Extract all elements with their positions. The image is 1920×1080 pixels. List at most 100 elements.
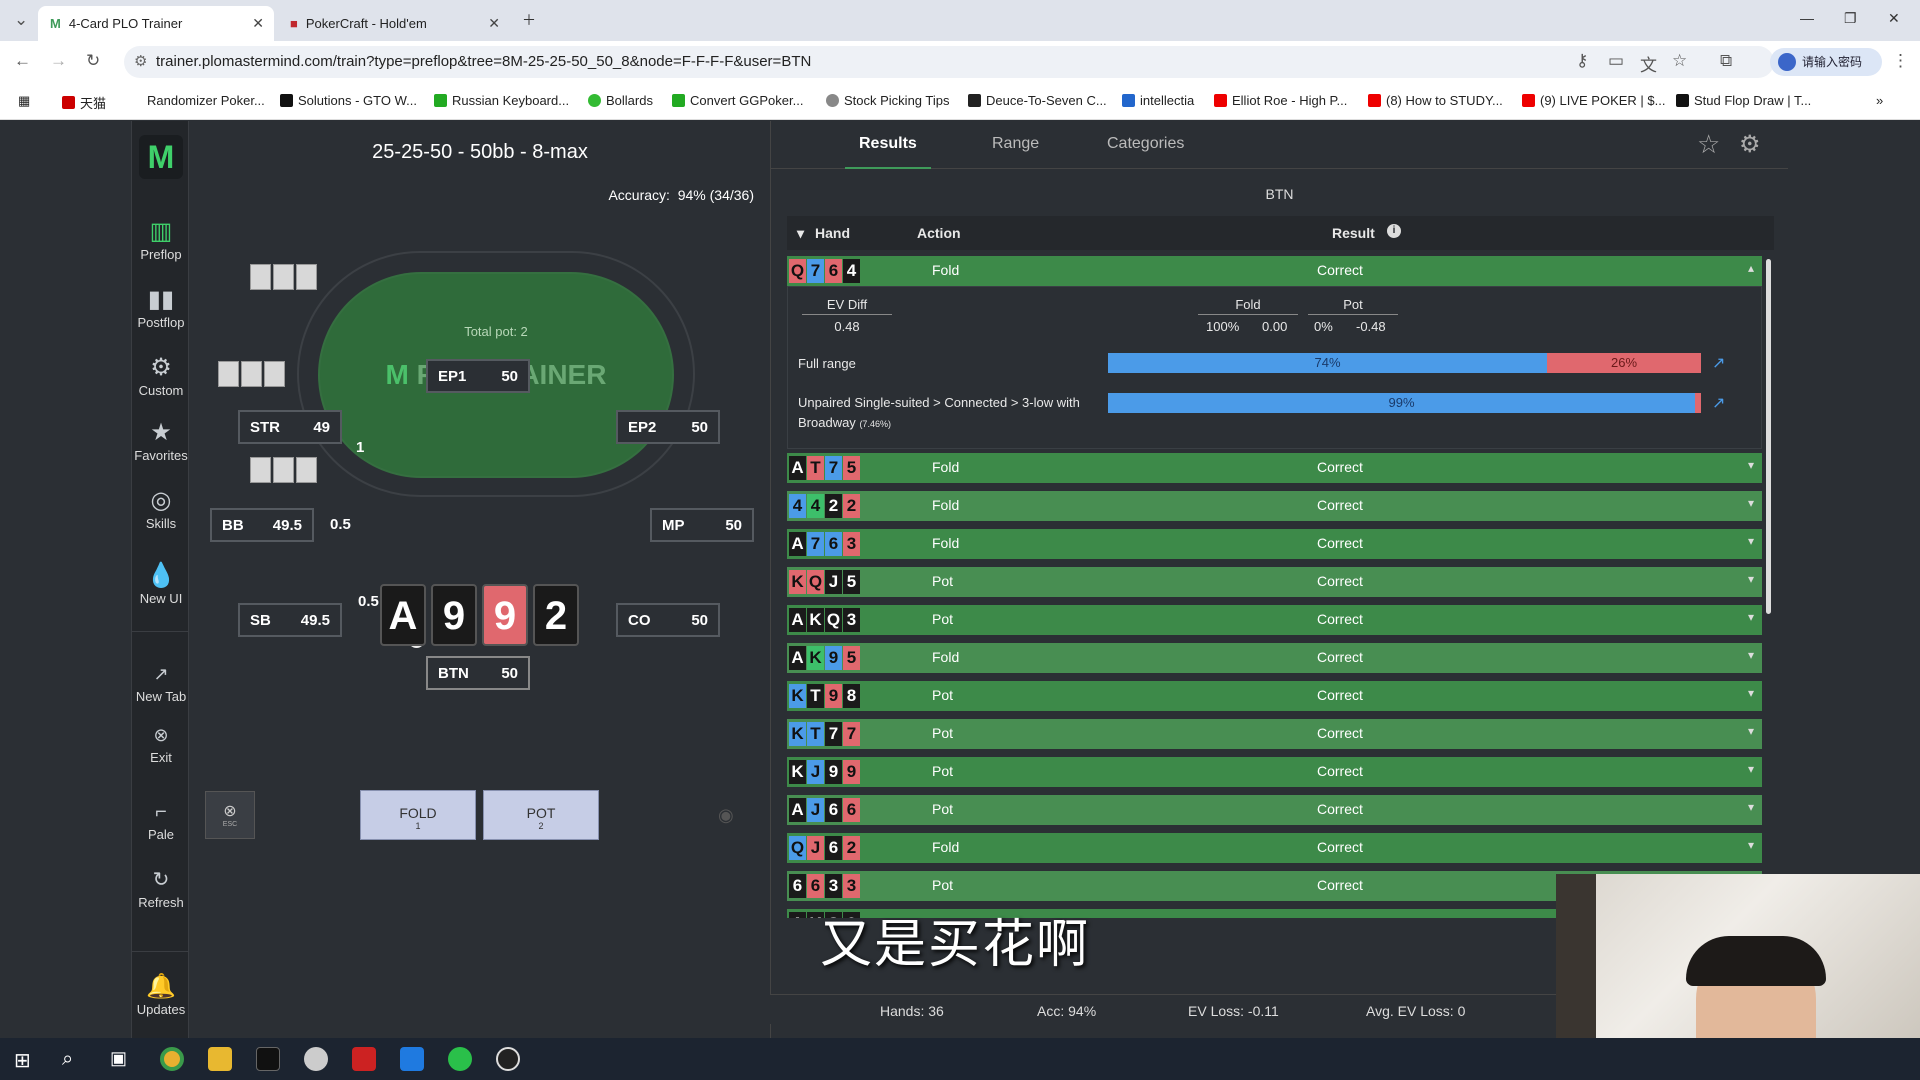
chrome-icon[interactable] [160,1047,184,1071]
tab-plo-trainer[interactable]: M 4-Card PLO Trainer ✕ [38,6,274,41]
tab-range[interactable]: Range [992,135,1039,153]
nav-pale[interactable]: ⌐ Pale [132,797,190,842]
star-icon[interactable]: ☆ [1697,129,1720,160]
menu-icon[interactable]: ⋮ [1892,51,1909,71]
app-icon[interactable] [304,1047,328,1071]
app-icon[interactable] [496,1047,520,1071]
nav-custom[interactable]: ⚙ Custom [132,353,190,398]
fold-button[interactable]: FOLD 1 [360,790,476,840]
nav-skills[interactable]: ◎ Skills [132,486,190,531]
cast-icon[interactable]: ▭ [1608,51,1624,71]
close-tab-icon[interactable]: ✕ [488,15,500,32]
back-icon[interactable]: ← [14,51,31,71]
chevron-down-icon[interactable]: ▾ [1748,610,1754,624]
bookmark-item[interactable]: Stud Flop Draw | T... [1676,93,1811,108]
nav-refresh[interactable]: ↻ Refresh [132,865,190,910]
table-row[interactable]: A J 6 6 Pot Correct ▾ [787,795,1762,825]
chevron-down-icon[interactable]: ▾ [1748,648,1754,662]
windows-start-icon[interactable]: ⊞ [14,1048,31,1073]
table-row[interactable]: K T 7 7 Pot Correct ▾ [787,719,1762,749]
pot-button[interactable]: POT 2 [483,790,599,840]
chevron-down-icon[interactable]: ▾ [1748,838,1754,852]
stack-chips [218,361,285,387]
app-icon[interactable] [352,1047,376,1071]
nav-new-tab[interactable]: ↗ New Tab [132,659,190,704]
search-icon[interactable]: ⌕ [62,1048,73,1071]
reload-icon[interactable]: ↻ [86,51,100,71]
page-title: 25-25-50 - 50bb - 8-max [372,141,588,163]
new-tab-icon[interactable]: ＋ [522,10,536,30]
file-explorer-icon[interactable] [208,1047,232,1071]
chevron-down-icon[interactable]: ▾ [1748,724,1754,738]
gear-icon[interactable]: ⚙ [1739,130,1761,159]
nav-postflop[interactable]: ▮▮ Postflop [132,285,190,330]
bookmark-item[interactable]: (8) How to STUDY... [1368,93,1503,108]
nav-preflop[interactable]: ▥ Preflop [132,217,190,262]
hand-cards: KT98 [789,684,860,708]
chevron-down-icon[interactable]: ▾ [1748,762,1754,776]
url-field[interactable]: ⚙ trainer.plomastermind.com/train?type=p… [124,46,1774,78]
table-row-expanded[interactable]: Q 7 6 4 Fold Correct ▴ [787,256,1762,286]
bookmark-star-icon[interactable]: ☆ [1672,51,1687,71]
bookmark-item[interactable]: Solutions - GTO W... [280,93,417,108]
esc-button[interactable]: ⊗ ESC [205,791,255,839]
hand-header[interactable]: Hand [815,225,850,241]
table-row[interactable]: K T 9 8 Pot Correct ▾ [787,681,1762,711]
bookmark-item[interactable]: Deuce-To-Seven C... [968,93,1107,108]
external-link-icon[interactable]: ↗ [1712,353,1725,373]
chevron-up-icon[interactable]: ▴ [1748,261,1754,275]
card: K [807,646,824,670]
forward-icon[interactable]: → [50,51,67,71]
sort-caret-icon[interactable]: ▾ [797,225,804,242]
extensions-icon[interactable]: ⧉ [1720,51,1732,71]
nav-favorites[interactable]: ★ Favorites [132,418,190,463]
nav-exit[interactable]: ⊗ Exit [132,720,190,765]
info-icon[interactable]: i [1387,224,1401,238]
close-tab-icon[interactable]: ✕ [252,15,264,32]
bookmark-item[interactable]: Convert GGPoker... [672,93,803,108]
app-icon[interactable] [256,1047,280,1071]
table-row[interactable]: A 7 6 3 Fold Correct ▾ [787,529,1762,559]
table-row[interactable]: A K Q 3 Pot Correct ▾ [787,605,1762,635]
translate-icon[interactable]: 文 [1640,51,1657,76]
table-row[interactable]: Q J 6 2 Fold Correct ▾ [787,833,1762,863]
table-row[interactable]: 4 4 2 2 Fold Correct ▾ [787,491,1762,521]
bookmark-item[interactable]: Randomizer Poker... [147,93,265,108]
wechat-icon[interactable] [448,1047,472,1071]
key-icon[interactable]: ⚷ [1576,51,1588,71]
chevron-down-icon[interactable]: ▾ [1748,686,1754,700]
bookmark-item[interactable]: (9) LIVE POKER | $... [1522,93,1665,108]
tab-categories[interactable]: Categories [1107,135,1184,153]
scrollbar[interactable] [1766,259,1771,614]
bookmark-item[interactable]: intellectia [1122,93,1194,108]
eye-icon[interactable]: ◉ [718,805,734,826]
profile-button[interactable]: 请输入密码 [1770,48,1882,76]
chevron-down-icon[interactable]: ▾ [1748,800,1754,814]
task-view-icon[interactable]: ▣ [110,1048,127,1069]
restore-icon[interactable]: ❐ [1844,10,1857,27]
bookmark-item[interactable]: Bollards [588,93,653,108]
chevron-down-icon[interactable]: ▾ [1748,572,1754,586]
apps-icon[interactable]: ▦ [18,93,30,109]
nav-new-ui[interactable]: 💧 New UI [132,561,190,606]
table-row[interactable]: K Q J 5 Pot Correct ▾ [787,567,1762,597]
chevron-down-icon[interactable]: ▾ [1748,496,1754,510]
table-row[interactable]: A K 9 5 Fold Correct ▾ [787,643,1762,673]
chevron-down-icon[interactable]: ▾ [1748,534,1754,548]
bookmark-item[interactable]: Stock Picking Tips [826,93,950,108]
table-row[interactable]: K J 9 9 Pot Correct ▾ [787,757,1762,787]
nav-updates[interactable]: 🔔 Updates [132,972,190,1017]
chevron-down-icon[interactable]: ▾ [1748,458,1754,472]
bookmark-item[interactable]: Elliot Roe - High P... [1214,93,1347,108]
tab-search-icon[interactable]: ⌄ [14,10,28,30]
tab-results[interactable]: Results [845,135,931,169]
minimize-icon[interactable]: — [1800,10,1814,26]
external-link-icon[interactable]: ↗ [1712,393,1725,413]
tab-pokercraft[interactable]: ■ PokerCraft - Hold'em ✕ [278,6,510,41]
table-row[interactable]: A T 7 5 Fold Correct ▾ [787,453,1762,483]
bookmark-item[interactable]: 天猫 [62,93,106,112]
app-icon[interactable] [400,1047,424,1071]
close-window-icon[interactable]: ✕ [1888,10,1900,27]
bookmark-item[interactable]: Russian Keyboard... [434,93,569,108]
more-bookmarks-icon[interactable]: » [1876,93,1883,108]
